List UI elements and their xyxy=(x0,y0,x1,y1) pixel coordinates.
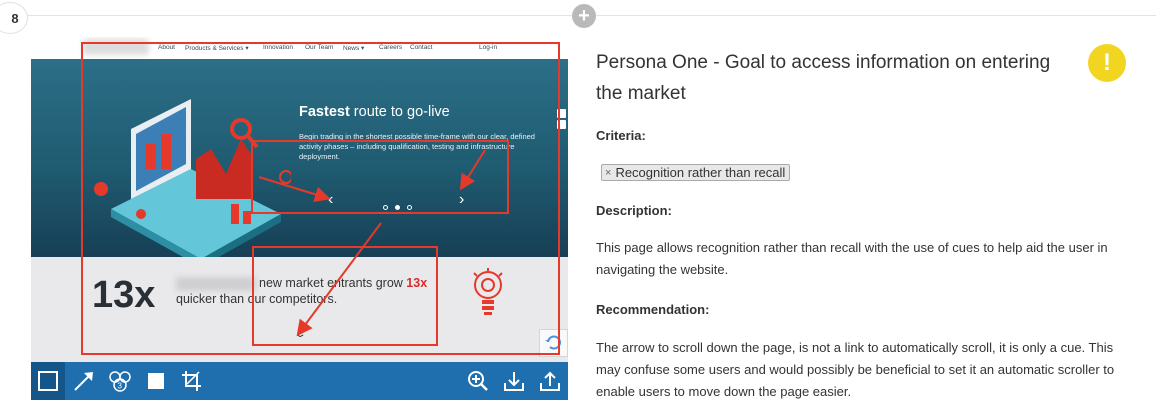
carousel-dot-active[interactable] xyxy=(395,205,400,210)
carousel-prev-arrow[interactable]: ‹ xyxy=(328,191,333,209)
carousel-dot[interactable] xyxy=(383,205,388,210)
upload-icon xyxy=(540,371,560,391)
upload-tool-button[interactable] xyxy=(533,362,567,400)
criteria-tag-label: Recognition rather than recall xyxy=(615,165,786,180)
add-step-button[interactable]: + xyxy=(572,4,596,28)
scroll-down-cue[interactable]: ⌄ xyxy=(293,329,306,340)
nav-item-products: Products & Services ▾ xyxy=(185,45,249,52)
website-screenshot: About Products & Services ▾ Innovation O… xyxy=(31,37,568,362)
recommendation-text: The arrow to scroll down the page, is no… xyxy=(596,340,1115,399)
carousel-dot[interactable] xyxy=(407,205,412,210)
carousel-dots xyxy=(383,197,419,215)
filled-square-icon xyxy=(148,373,164,389)
stat-headline: 13x xyxy=(92,274,156,316)
rectangle-icon xyxy=(38,371,58,391)
criteria-label: Criteria: xyxy=(596,128,646,143)
blurred-logo xyxy=(83,39,149,55)
description-label: Description: xyxy=(596,203,672,218)
linkedin-icon xyxy=(557,109,566,118)
twitter-icon xyxy=(557,120,566,129)
description-text: This page allows recognition rather than… xyxy=(596,240,1108,277)
numbered-marker-tool-button[interactable]: 3 xyxy=(103,362,137,400)
numbered-marker-icon: 3 xyxy=(109,371,131,392)
hero-body-text: Begin trading in the shortest possible t… xyxy=(299,132,535,161)
step-number-badge: 8 xyxy=(0,2,28,34)
download-tool-button[interactable] xyxy=(497,362,531,400)
social-links xyxy=(557,109,566,131)
hero-banner: Fastest route to go-live Begin trading i… xyxy=(31,59,568,267)
step-number: 8 xyxy=(11,10,19,26)
hero-title: Fastest route to go-live xyxy=(299,104,450,120)
rectangle-tool-button[interactable] xyxy=(31,362,65,400)
nav-item-team: Our Team xyxy=(305,44,334,51)
nav-item-contact: Contact xyxy=(410,44,433,51)
arrow-tool-button[interactable] xyxy=(67,362,101,400)
svg-text:3: 3 xyxy=(118,382,123,391)
plus-icon: + xyxy=(578,5,590,27)
zoom-in-tool-button[interactable] xyxy=(461,362,495,400)
nav-item-about: About xyxy=(158,44,175,51)
nav-item-login: Log-in xyxy=(479,44,498,51)
download-icon xyxy=(504,372,524,391)
nav-item-news: News ▾ xyxy=(343,45,365,52)
criteria-tag: × Recognition rather than recall xyxy=(601,164,791,181)
stat-text: new market entrants grow 13x quicker tha… xyxy=(176,276,428,306)
warning-icon: ! xyxy=(1088,44,1126,82)
finding-title: Persona One - Goal to access information… xyxy=(596,52,1051,104)
crop-icon xyxy=(182,371,201,391)
site-nav-bar: About Products & Services ▾ Innovation O… xyxy=(31,37,568,59)
recaptcha-badge xyxy=(539,329,568,357)
remove-tag-icon[interactable]: × xyxy=(605,167,611,179)
annotation-toolbar: 3 xyxy=(31,362,568,400)
crop-tool-button[interactable] xyxy=(175,362,209,400)
filled-rect-tool-button[interactable] xyxy=(139,362,173,400)
carousel-next-arrow[interactable]: › xyxy=(459,191,464,209)
isometric-illustration xyxy=(94,99,291,267)
arrow-icon xyxy=(74,372,93,391)
recommendation-label: Recommendation: xyxy=(596,302,710,317)
lightbulb-icon xyxy=(473,268,503,315)
annotated-screenshot-panel: About Products & Services ▾ Innovation O… xyxy=(31,37,568,400)
zoom-in-icon xyxy=(468,371,488,391)
nav-item-innovation: Innovation xyxy=(263,44,293,51)
nav-item-careers: Careers xyxy=(379,44,403,51)
